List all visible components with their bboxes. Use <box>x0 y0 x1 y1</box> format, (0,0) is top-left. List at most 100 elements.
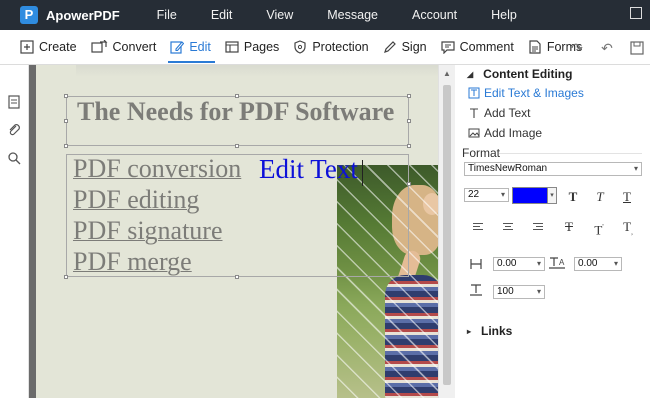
add-image-item[interactable]: Add Image <box>468 126 542 140</box>
content-editing-header[interactable]: ◢ Content Editing <box>467 67 572 81</box>
app-name: ApowerPDF <box>46 7 120 23</box>
links-section-header[interactable]: ▸ Links <box>467 324 512 338</box>
document-canvas[interactable]: The Needs for PDF Software PDF conversio… <box>29 65 455 398</box>
pages-icon <box>225 41 239 53</box>
sign-label: Sign <box>401 40 427 54</box>
svg-text:A: A <box>559 258 565 267</box>
sign-button[interactable]: Sign <box>377 30 435 65</box>
thumbnails-icon[interactable] <box>7 95 21 109</box>
forms-icon <box>529 40 541 54</box>
comment-label: Comment <box>459 40 514 54</box>
align-right-icon[interactable] <box>533 223 545 233</box>
resize-handle[interactable] <box>407 182 411 186</box>
resize-handle[interactable] <box>64 94 68 98</box>
menu-view[interactable]: View <box>249 8 310 22</box>
redo-icon[interactable]: ↷ <box>570 41 584 55</box>
text-color-swatch[interactable] <box>512 187 548 204</box>
image-icon <box>468 128 480 138</box>
edit-button[interactable]: Edit <box>164 30 219 65</box>
document-line-conversion[interactable]: PDF conversion <box>73 154 241 184</box>
inserted-edit-text[interactable]: Edit Text <box>259 154 358 185</box>
page-top-image-strip <box>76 65 440 77</box>
scroll-up-icon[interactable]: ▲ <box>443 69 451 78</box>
undo-icon[interactable]: ↶ <box>600 41 614 55</box>
format-divider <box>499 153 642 154</box>
menu-account[interactable]: Account <box>395 8 474 22</box>
underline-button[interactable]: T <box>619 189 635 205</box>
text-cursor <box>362 160 363 186</box>
left-sidebar <box>0 65 29 398</box>
font-size-select[interactable]: 22 ▾ <box>464 188 509 202</box>
document-line-merge[interactable]: PDF merge <box>73 247 192 277</box>
resize-handle[interactable] <box>407 119 411 123</box>
protection-button[interactable]: Protection <box>287 30 376 65</box>
italic-button[interactable]: T <box>592 189 608 205</box>
add-text-label: Add Text <box>484 106 531 120</box>
document-title[interactable]: The Needs for PDF Software <box>77 97 394 127</box>
scale-value: 100 <box>497 286 514 297</box>
strikethrough-button[interactable]: T <box>561 219 577 235</box>
chevron-down-icon: ▾ <box>500 190 505 199</box>
document-line-editing[interactable]: PDF editing <box>73 185 199 215</box>
subscript-button[interactable]: T, <box>620 219 636 237</box>
align-center-icon[interactable] <box>503 223 515 233</box>
menu-file[interactable]: File <box>140 8 194 22</box>
collapse-triangle-icon: ◢ <box>467 69 474 79</box>
menu-edit[interactable]: Edit <box>194 8 250 22</box>
search-icon[interactable] <box>7 151 21 165</box>
pages-label: Pages <box>243 40 280 54</box>
restore-window-icon[interactable] <box>630 7 642 19</box>
chevron-down-icon: ▾ <box>613 259 618 268</box>
resize-handle[interactable] <box>407 94 411 98</box>
chevron-down-icon: ▾ <box>633 164 638 173</box>
text-tool-icon <box>470 108 478 118</box>
character-spacing-select[interactable]: 0.00 ▾ <box>574 257 622 271</box>
character-spacing-icon: A <box>549 257 565 269</box>
document-line-signature[interactable]: PDF signature <box>73 216 223 246</box>
resize-handle[interactable] <box>64 119 68 123</box>
scale-select[interactable]: 100 ▾ <box>493 285 545 299</box>
edit-text-image-icon <box>468 87 480 99</box>
resize-handle[interactable] <box>235 144 239 148</box>
resize-handle[interactable] <box>64 275 68 279</box>
comment-button[interactable]: Comment <box>435 30 522 65</box>
links-title: Links <box>481 324 513 338</box>
color-dropdown-icon[interactable]: ▾ <box>548 187 557 204</box>
shield-icon <box>294 40 306 54</box>
edit-text-images-item[interactable]: Edit Text & Images <box>468 86 584 100</box>
pdf-page[interactable]: The Needs for PDF Software PDF conversio… <box>36 65 440 398</box>
convert-label: Convert <box>112 40 157 54</box>
expand-triangle-icon: ▸ <box>467 326 472 336</box>
chevron-down-icon: ▾ <box>536 259 541 268</box>
menu-message[interactable]: Message <box>310 8 395 22</box>
content-editing-title: Content Editing <box>483 67 573 81</box>
resize-handle[interactable] <box>64 144 68 148</box>
pages-button[interactable]: Pages <box>219 30 287 65</box>
edit-label: Edit <box>189 40 211 54</box>
resize-handle[interactable] <box>407 144 411 148</box>
menu-help[interactable]: Help <box>474 8 534 22</box>
save-icon[interactable] <box>630 40 644 55</box>
convert-button[interactable]: Convert <box>85 30 165 65</box>
resize-handle[interactable] <box>235 275 239 279</box>
scale-icon <box>470 284 482 296</box>
history-controls: ↷ ↶ <box>554 30 644 65</box>
app-logo-icon: P <box>20 6 38 24</box>
chevron-down-icon: ▾ <box>536 287 541 296</box>
line-spacing-value: 0.00 <box>497 258 517 269</box>
font-family-select[interactable]: TimesNewRoman ▾ <box>464 162 642 176</box>
scrollbar-thumb[interactable] <box>443 85 451 385</box>
add-text-item[interactable]: Add Text <box>468 106 530 120</box>
main-toolbar: Create Convert Edit Pages Protection Sig… <box>0 30 650 65</box>
create-button[interactable]: Create <box>14 30 85 65</box>
comment-icon <box>441 41 455 54</box>
font-size-value: 22 <box>468 189 480 200</box>
line-spacing-select[interactable]: 0.00 ▾ <box>493 257 545 271</box>
pencil-icon <box>170 41 185 54</box>
attachment-icon[interactable] <box>7 123 21 137</box>
align-left-icon[interactable] <box>473 223 485 233</box>
canvas-vertical-scrollbar[interactable]: ▲ <box>438 65 455 398</box>
bold-button[interactable]: T <box>565 189 581 205</box>
format-label: Format <box>462 146 501 160</box>
superscript-button[interactable]: T' <box>591 219 607 237</box>
